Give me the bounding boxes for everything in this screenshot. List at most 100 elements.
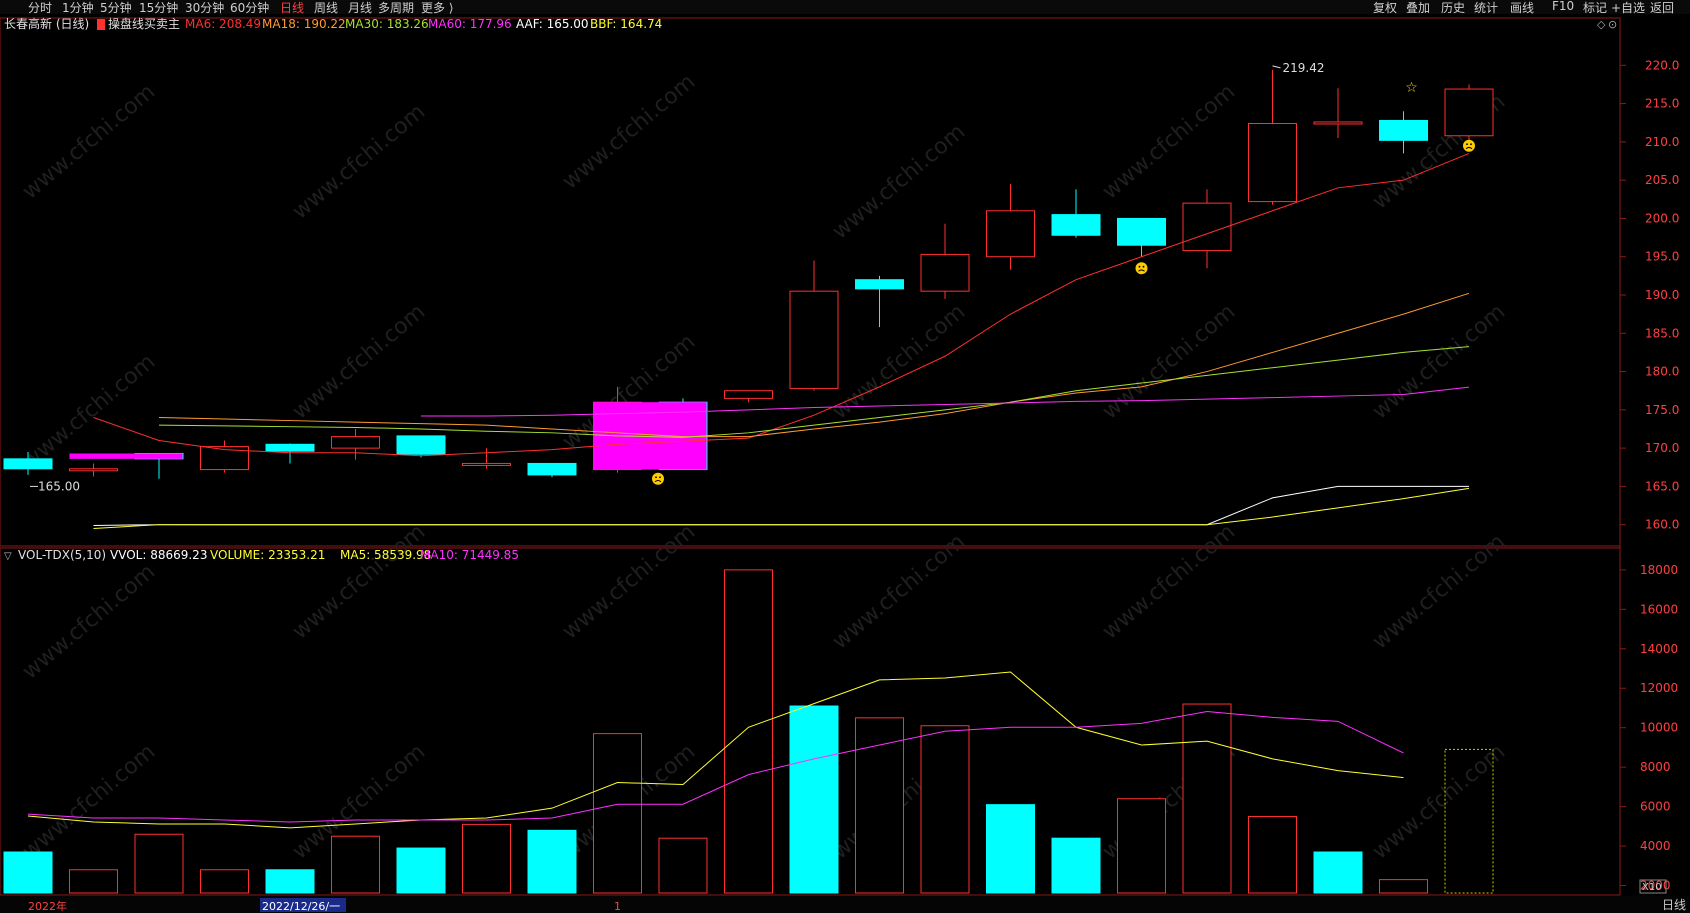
main-legend-item-3: MA60: 177.96: [428, 17, 512, 31]
sad-face-eye-r-0: [659, 476, 661, 479]
vol-ytick-label-2: 6000: [1640, 800, 1671, 814]
sad-face-eye-r-2: [1470, 143, 1472, 146]
candle-body-4: [265, 443, 315, 452]
volume-bar-17: [1117, 798, 1166, 894]
legend-marker: [97, 19, 105, 30]
volume-bar-9: [593, 733, 642, 894]
watermark-23: www.cfchi.com: [1368, 739, 1510, 864]
main-ytick-label-12: 220.0: [1645, 58, 1679, 72]
volume-bar-6: [396, 847, 446, 894]
volume-bar-0: [3, 851, 53, 894]
diamond-icon: ◇: [1597, 18, 1606, 31]
volume-bar-5: [331, 835, 380, 894]
stock-name: 长春高新 (日线): [4, 16, 89, 31]
main-legend-item-1: MA18: 190.22: [262, 17, 346, 31]
sad-face-eye-r-1: [1142, 265, 1145, 268]
watermark-16: www.cfchi.com: [1098, 519, 1240, 644]
main-legend-item-0: MA6: 208.49: [185, 17, 261, 31]
candle-body-6: [396, 435, 446, 455]
x-label-0: 2022年: [28, 899, 67, 913]
main-ytick-label-0: 160.0: [1645, 518, 1679, 532]
candle-body-18: [1182, 202, 1232, 252]
vol-ytick-label-1: 4000: [1640, 839, 1671, 853]
settings-icon: ⊙: [1608, 18, 1617, 31]
candle-body-22: [1444, 88, 1494, 137]
volume-bar-12: [789, 705, 839, 894]
volume-bar-14: [920, 725, 970, 894]
vol-ytick-label-5: 12000: [1640, 681, 1678, 695]
watermark-7: www.cfchi.com: [288, 299, 430, 424]
sad-face-eye-l-0: [655, 476, 657, 479]
x-axis-bar: [0, 896, 1690, 913]
vol-ytick-label-8: 18000: [1640, 563, 1678, 577]
candle-body-14: [920, 253, 970, 292]
volume-bar-20: [1313, 851, 1363, 894]
main-ytick-label-8: 200.0: [1645, 211, 1679, 225]
watermark-13: www.cfchi.com: [288, 519, 430, 644]
watermark-1: www.cfchi.com: [288, 99, 430, 224]
collapse-icon: ▽: [4, 551, 12, 562]
candle-body-8: [527, 462, 577, 476]
sad-face-icon-1: [1135, 262, 1148, 275]
vol-legend-item-1: VOLUME: 23353.21: [210, 548, 325, 562]
main-ytick-label-6: 190.0: [1645, 288, 1679, 302]
sad-face-icon-0: [652, 472, 664, 485]
vol-legend-item-3: MA10: 71449.85: [420, 548, 519, 562]
volume-bar-21: [1379, 879, 1428, 894]
main-legend-item-4: AAF: 165.00: [516, 17, 589, 31]
candle-body-12: [789, 290, 839, 389]
watermark-2: www.cfchi.com: [558, 69, 700, 194]
vol-ytick-label-4: 10000: [1640, 721, 1678, 735]
vol-ytick-label-6: 14000: [1640, 642, 1678, 656]
signal-bar: [69, 453, 183, 459]
indicator-name: 操盘线买卖主: [108, 16, 180, 31]
volume-bar-19: [1248, 815, 1297, 894]
candle-body-17: [1117, 217, 1166, 246]
period-tag: 日线: [1661, 898, 1686, 912]
volume-bar-1: [69, 869, 118, 894]
main-legend-item-5: BBF: 164.74: [590, 17, 662, 31]
candle-body-13: [855, 279, 904, 290]
candle-body-7: [462, 462, 511, 466]
candle-body-0: [3, 458, 53, 470]
x-label-1: 2022/12/26/一: [262, 900, 340, 913]
volume-bar-13: [855, 717, 904, 894]
vol-indicator-name: VOL-TDX(5,10): [18, 548, 106, 562]
main-legend-item-2: MA30: 183.26: [345, 17, 429, 31]
watermark-12: www.cfchi.com: [18, 559, 160, 684]
candle-body-21: [1379, 119, 1428, 141]
volume-bar-7: [462, 823, 511, 894]
main-ytick-label-4: 180.0: [1645, 365, 1679, 379]
sad-face-eye-l-2: [1466, 143, 1468, 146]
volume-bar-2: [134, 833, 184, 894]
volume-bar-8: [527, 829, 577, 894]
sad-face-eye-l-1: [1138, 265, 1141, 268]
high-marker: [1272, 65, 1281, 69]
candle-body-16: [1051, 214, 1101, 236]
high-annotation: 219.42: [1283, 61, 1325, 75]
main-ytick-label-1: 165.0: [1645, 479, 1679, 493]
volume-bar-15: [986, 804, 1035, 894]
candle-body-15: [986, 210, 1035, 258]
main-ytick-label-9: 205.0: [1645, 173, 1679, 187]
watermark-14: www.cfchi.com: [558, 519, 700, 644]
vol-ytick-label-7: 16000: [1640, 602, 1678, 616]
main-ytick-label-5: 185.0: [1645, 326, 1679, 340]
volume-bar-3: [200, 869, 249, 894]
ma-line-ma60: [421, 386, 1470, 417]
stock-chart: www.cfchi.com www.cfchi.com www.cfchi.com w…: [0, 16, 1690, 913]
vol-legend-item-2: MA5: 58539.98: [340, 548, 431, 562]
volume-bar-11: [724, 569, 773, 894]
ma-line-aaf: [93, 485, 1469, 526]
ma-line-bbf: [93, 487, 1470, 530]
candle-body-11: [724, 390, 773, 399]
low-annotation: 165.00: [38, 479, 80, 493]
volume-bar-18: [1182, 703, 1232, 894]
main-ytick-label-7: 195.0: [1645, 250, 1679, 264]
vol-ytick-label-3: 8000: [1640, 760, 1671, 774]
volume-bar-4: [265, 869, 315, 894]
candle-body-20: [1313, 121, 1363, 125]
watermark-0: www.cfchi.com: [18, 79, 160, 204]
scale-tag: X10: [1642, 882, 1662, 893]
candle-body-1: [69, 468, 118, 472]
